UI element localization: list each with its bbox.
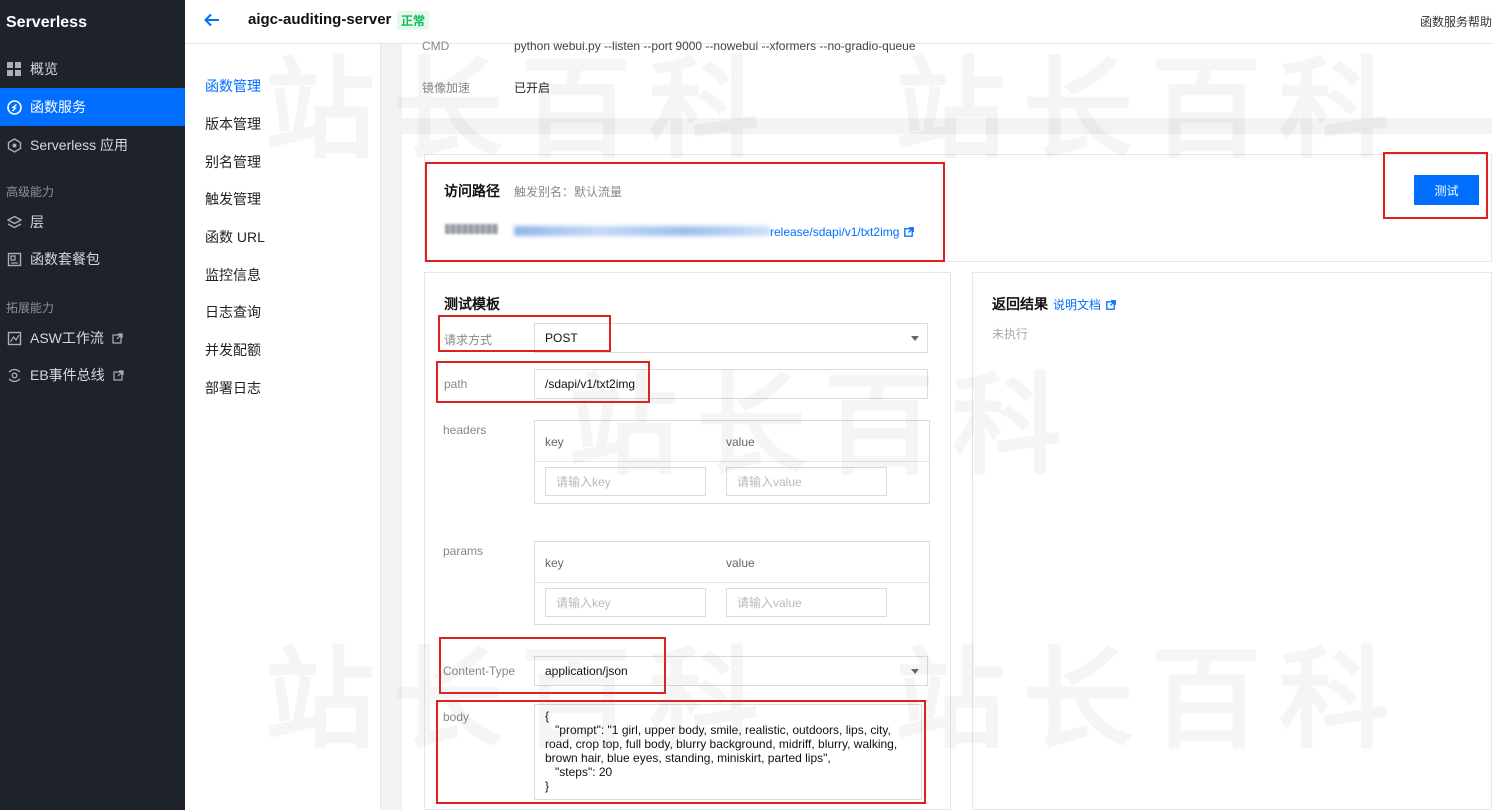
body-label: body — [443, 710, 470, 724]
subnav-item-deploy-logs[interactable]: 部署日志 — [205, 378, 261, 398]
function-title: aigc-auditing-server — [248, 11, 392, 28]
params-key-input[interactable] — [545, 588, 706, 617]
sidebar-item-label: 概览 — [30, 61, 58, 77]
doc-link[interactable]: 说明文档 — [1053, 296, 1116, 313]
sidebar-item-label: Serverless 应用 — [30, 137, 129, 153]
sidebar-brand: Serverless — [6, 14, 87, 31]
subnav-item-function-management[interactable]: 函数管理 — [205, 76, 261, 96]
sidebar-group-advanced: 高级能力 — [6, 185, 55, 199]
sidebar-item-eventbus[interactable]: EB事件总线 — [0, 356, 185, 394]
access-url-link[interactable]: release/sdapi/v1/txt2img — [770, 225, 915, 239]
subnav-item-versions[interactable]: 版本管理 — [205, 114, 261, 134]
params-label: params — [443, 544, 484, 558]
subnav-item-monitoring[interactable]: 监控信息 — [205, 265, 261, 285]
subnav-item-aliases[interactable]: 别名管理 — [205, 152, 261, 172]
function-icon — [6, 99, 22, 115]
external-link-icon — [112, 332, 123, 344]
test-template-title: 测试模板 — [444, 296, 500, 312]
method-label: 请求方式 — [444, 333, 493, 347]
headers-label: headers — [443, 423, 487, 437]
back-arrow-icon[interactable] — [203, 11, 221, 29]
subnav-item-function-url[interactable]: 函数 URL — [205, 227, 265, 247]
test-button[interactable]: 测试 — [1414, 175, 1479, 205]
workflow-icon — [6, 330, 22, 346]
body-textarea[interactable]: { "prompt": "1 girl, upper body, smile, … — [534, 704, 922, 800]
result-status: 未执行 — [992, 327, 1029, 341]
top-bar: aigc-auditing-server 正常 函数服务帮助 — [185, 0, 1492, 44]
sidebar-item-label: 函数服务 — [30, 99, 86, 115]
external-link-icon — [1106, 299, 1116, 310]
result-title: 返回结果 — [992, 296, 1048, 312]
cmd-label: CMD — [422, 39, 450, 53]
headers-table-head: key value — [535, 421, 929, 462]
sidebar-item-label: EB事件总线 — [30, 367, 105, 383]
access-path-box — [424, 154, 1492, 262]
external-link-icon — [113, 369, 124, 381]
subnav-item-logs[interactable]: 日志查询 — [205, 302, 261, 322]
eventbus-icon — [6, 367, 22, 383]
sidebar-item-label: 层 — [30, 214, 44, 230]
chevron-down-icon — [911, 669, 919, 674]
app-icon — [6, 137, 22, 153]
config-card — [402, 44, 1492, 118]
headers-value-column: value — [726, 435, 755, 449]
layers-icon — [6, 214, 22, 230]
sidebar-item-overview[interactable]: 概览 — [0, 50, 185, 88]
help-link[interactable]: 函数服务帮助 — [1420, 13, 1492, 30]
package-icon — [6, 251, 22, 267]
sidebar-item-layers[interactable]: 层 — [0, 203, 185, 241]
params-value-input[interactable] — [726, 588, 887, 617]
headers-key-column: key — [545, 435, 564, 449]
headers-value-input[interactable] — [726, 467, 887, 496]
sidebar-item-serverless-app[interactable]: Serverless 应用 — [0, 126, 185, 164]
function-subnav: 函数管理 版本管理 别名管理 触发管理 函数 URL 监控信息 日志查询 并发配… — [185, 44, 381, 810]
access-path-title: 访问路径 — [444, 183, 500, 199]
headers-table: key value — [534, 420, 930, 504]
method-select[interactable]: POST — [534, 323, 928, 353]
access-url-redacted — [514, 226, 770, 236]
subnav-item-concurrency[interactable]: 并发配额 — [205, 340, 261, 360]
content-type-select[interactable]: application/json — [534, 656, 928, 686]
params-table-head: key value — [535, 542, 929, 583]
status-badge: 正常 — [397, 11, 430, 30]
sidebar-group-extend: 拓展能力 — [6, 301, 55, 315]
headers-key-input[interactable] — [545, 467, 706, 496]
mirror-accel-value: 已开启 — [514, 81, 551, 95]
chevron-down-icon — [911, 336, 919, 341]
path-label: path — [444, 377, 468, 391]
path-input[interactable] — [534, 369, 928, 399]
sidebar-item-label: 函数套餐包 — [30, 251, 100, 267]
trigger-alias: 触发别名：默认流量 — [514, 185, 623, 199]
result-panel — [972, 272, 1492, 810]
sidebar: Serverless 概览 函数服务 Serverless 应用 高级能力 层 … — [0, 0, 185, 810]
cmd-value: python webui.py --listen --port 9000 --n… — [514, 39, 916, 53]
sidebar-item-label: ASW工作流 — [30, 330, 104, 346]
sidebar-item-functions[interactable]: 函数服务 — [0, 88, 185, 126]
params-key-column: key — [545, 556, 564, 570]
access-path-label-redacted — [445, 224, 498, 234]
external-link-icon — [904, 226, 915, 237]
mirror-accel-label: 镜像加速 — [422, 81, 471, 95]
sidebar-item-workflow[interactable]: ASW工作流 — [0, 319, 185, 357]
sidebar-item-package[interactable]: 函数套餐包 — [0, 240, 185, 278]
params-value-column: value — [726, 556, 755, 570]
params-table: key value — [534, 541, 930, 625]
content-type-label: Content-Type — [443, 664, 516, 678]
grid-icon — [6, 61, 22, 77]
subnav-item-triggers[interactable]: 触发管理 — [205, 189, 261, 209]
